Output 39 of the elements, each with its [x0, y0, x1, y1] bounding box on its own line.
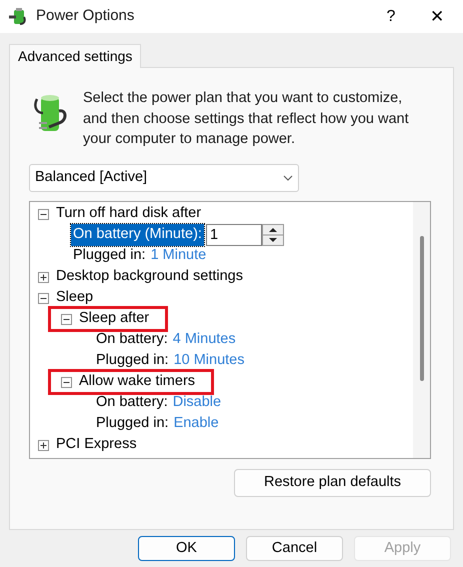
plan-dropdown[interactable]: Balanced [Active]	[29, 164, 299, 192]
collapse-icon[interactable]	[38, 208, 49, 220]
tree-item[interactable]: Sleep after	[79, 308, 150, 330]
setting-value-link[interactable]: 4 Minutes	[172, 329, 236, 351]
tree-item[interactable]: Desktop background settings	[56, 266, 243, 288]
setting-label: Plugged in:	[95, 414, 170, 434]
tab[interactable]: Advanced settings	[9, 44, 142, 68]
restore-defaults-button[interactable]: Restore plan defaults	[234, 468, 431, 496]
setting-value-link[interactable]: 10 Minutes	[174, 350, 244, 372]
setting-value-link[interactable]: Enable	[174, 413, 219, 435]
setting-label: On battery:	[95, 330, 169, 350]
setting-label: On battery:	[95, 393, 169, 412]
expand-icon[interactable]	[38, 272, 49, 282]
setting-label: On battery (Minute):	[71, 224, 204, 246]
setting-label: Plugged in:	[95, 351, 170, 370]
close-button[interactable]: ✕	[414, 0, 460, 33]
battery-plug-icon	[33, 93, 69, 133]
tree-item[interactable]: Sleep	[56, 287, 94, 309]
number-field[interactable]: 1	[206, 224, 262, 246]
setting-value-link[interactable]: 1 Minute	[150, 245, 206, 267]
collapse-icon[interactable]	[61, 376, 72, 388]
scrollbar-thumb[interactable]	[420, 236, 424, 380]
tree-item[interactable]: PCI Express	[56, 434, 137, 456]
expand-icon[interactable]	[38, 440, 49, 450]
dialog-button[interactable]: OK	[138, 536, 235, 561]
setting-value-link[interactable]: Disable	[172, 392, 222, 414]
help-button[interactable]: ?	[368, 0, 414, 33]
window-title: Power Options	[36, 6, 134, 26]
description-text: Select the power plan that you want to customize, and then choose settings that reflect how you want your computer to manage power.	[83, 89, 410, 149]
chevron-down-icon	[283, 174, 293, 180]
tree-item[interactable]: Turn off hard disk after	[56, 203, 202, 225]
dialog-button[interactable]: Cancel	[246, 536, 343, 561]
collapse-icon[interactable]	[61, 314, 72, 324]
spinner-icon[interactable]	[262, 224, 284, 246]
scrollbar[interactable]	[413, 202, 430, 458]
collapse-icon[interactable]	[38, 292, 49, 304]
power-plug-icon	[8, 8, 28, 26]
setting-label: Plugged in:	[72, 246, 147, 266]
tree-item[interactable]: Allow wake timers	[79, 371, 196, 393]
